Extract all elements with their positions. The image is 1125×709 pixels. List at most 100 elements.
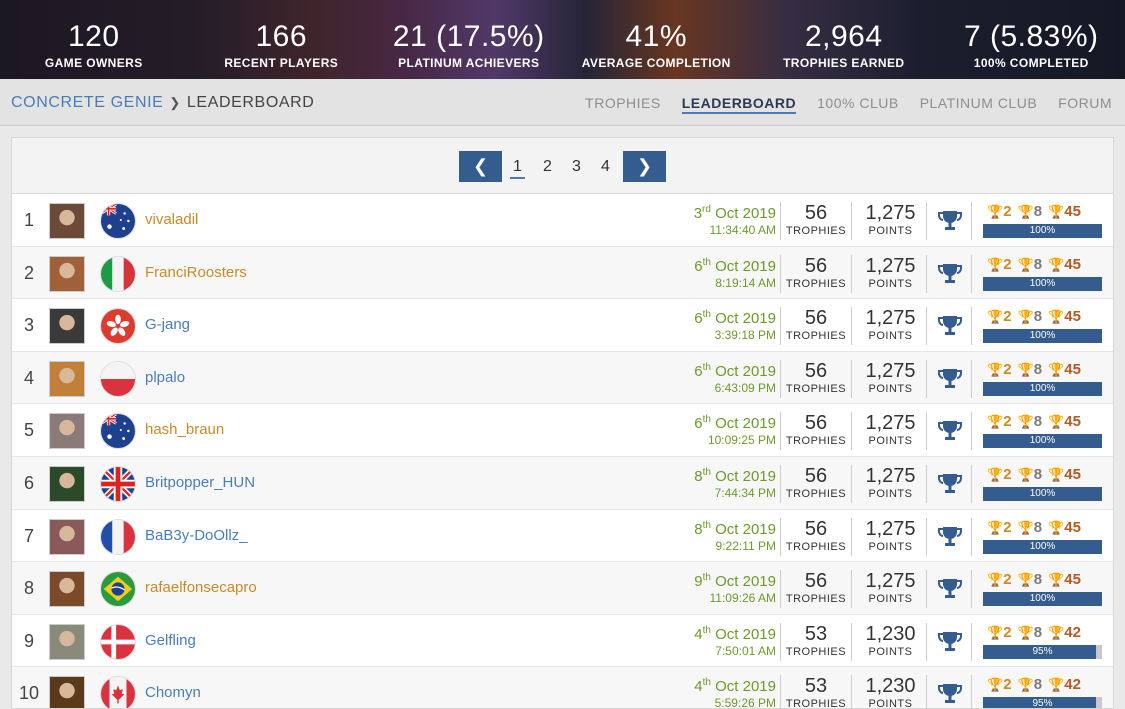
country-flag-icon (100, 255, 136, 292)
bronze-count: 45 (1064, 308, 1081, 326)
tab-leaderboard[interactable]: LEADERBOARD (681, 95, 797, 114)
player-name-link[interactable]: rafaelfonsecapro (145, 579, 257, 596)
gold-trophy-icon: 🏆 (987, 361, 1004, 377)
trophies-value: 56 (804, 464, 828, 487)
country-flag-icon (100, 413, 136, 450)
tab-100-club[interactable]: 100% CLUB (817, 95, 899, 114)
leaderboard-row: 7 BaB3y-DoOllz_ 8th Oct 2019 9:22:11 PM … (12, 510, 1113, 563)
player-name-link[interactable]: BaB3y-DoOllz_ (145, 527, 248, 544)
avatar[interactable] (49, 465, 85, 502)
bronze-count: 42 (1064, 623, 1081, 641)
gold-count: 2 (1003, 413, 1012, 431)
silver-trophy-icon: 🏆 (1017, 414, 1034, 430)
page-3-link[interactable]: 3 (572, 158, 581, 176)
date-day: 9 (694, 573, 703, 591)
prev-page-button[interactable]: ❮ (459, 151, 502, 182)
player-name-link[interactable]: FranciRoosters (145, 264, 247, 281)
avatar[interactable] (49, 203, 85, 239)
next-page-button[interactable]: ❯ (623, 151, 666, 182)
points-label: POINTS (868, 487, 913, 500)
points-value: 1,275 (865, 570, 916, 593)
date-suffix: th (702, 309, 711, 321)
silver-trophy-icon: 🏆 (1017, 677, 1034, 693)
avatar[interactable] (49, 360, 85, 397)
silver-count: 8 (1033, 255, 1043, 273)
avatar[interactable] (49, 676, 85, 708)
page-4-link[interactable]: 4 (601, 158, 610, 176)
points-label: POINTS (868, 382, 913, 395)
points-value: 1,230 (865, 675, 916, 698)
points-count: 1,275 POINTS (855, 517, 927, 556)
completion-date: 3rd Oct 2019 11:34:40 AM (694, 204, 776, 237)
bronze-count: 45 (1064, 413, 1081, 431)
date-suffix: th (702, 414, 711, 426)
avatar[interactable] (49, 518, 85, 555)
completion-progress-bar: 100% (983, 276, 1102, 291)
points-label: POINTS (868, 225, 913, 237)
silver-trophy-icon: 🏆 (1017, 519, 1034, 535)
breadcrumb-separator-icon: ❯ (169, 95, 181, 110)
silver-trophy-icon: 🏆 (1017, 572, 1034, 588)
completion-time: 11:09:26 AM (709, 591, 777, 606)
silver-trophy-icon: 🏆 (1017, 361, 1034, 377)
progress-label: 95% (1032, 698, 1053, 709)
trophies-count: 56 TROPHIES (780, 359, 852, 398)
leaderboard-row: 10 Chomyn 4th Oct 2019 5:59:26 PM 53 TRO… (12, 667, 1113, 709)
player-name-link[interactable]: vivaladil (145, 211, 198, 228)
breadcrumb-game-link[interactable]: CONCRETE GENIE (11, 94, 163, 111)
country-flag-icon (100, 360, 136, 397)
trophies-label: TROPHIES (785, 593, 847, 606)
bronze-trophy-icon: 🏆 (1048, 361, 1065, 377)
trophies-count: 53 TROPHIES (780, 622, 852, 661)
leaderboard-row: 1 vivaladil 3rd Oct 2019 11:34:40 AM 56 … (12, 194, 1113, 247)
bronze-trophy-icon: 🏆 (1048, 519, 1065, 535)
tab-platinum-club[interactable]: PLATINUM CLUB (920, 95, 1037, 114)
page-2-link[interactable]: 2 (543, 158, 552, 176)
avatar[interactable] (49, 623, 85, 660)
column-divider (971, 464, 972, 503)
player-name-link[interactable]: Gelfling (145, 632, 196, 649)
gold-trophy-icon: 🏆 (987, 677, 1004, 693)
country-flag-icon (100, 465, 136, 502)
platinum-trophy-icon (937, 419, 963, 443)
avatar[interactable] (49, 308, 85, 345)
platinum-trophy-icon (937, 682, 963, 706)
platinum-trophy-icon (937, 209, 963, 233)
player-name-link[interactable]: Britpopper_HUN (145, 474, 255, 491)
rank-number: 8 (23, 578, 34, 599)
tab-forum[interactable]: FORUM (1058, 95, 1112, 114)
points-value: 1,275 (865, 359, 916, 382)
tab-trophies[interactable]: TROPHIES (585, 95, 661, 114)
stat-100-completed: 7 (5.83%) 100% COMPLETED (963, 20, 1099, 70)
avatar[interactable] (49, 571, 85, 608)
rank-number: 4 (23, 367, 34, 388)
player-name-link[interactable]: G-jang (145, 316, 190, 333)
avatar[interactable] (49, 413, 85, 450)
points-count: 1,230 POINTS (855, 675, 927, 709)
points-count: 1,275 POINTS (855, 307, 927, 346)
page-1-link[interactable]: 1 (510, 158, 525, 179)
points-count: 1,275 POINTS (855, 359, 927, 398)
trophies-value: 56 (804, 517, 828, 540)
progress-label: 100% (1029, 593, 1056, 605)
completion-time: 9:22:11 PM (715, 538, 776, 553)
gold-trophy-icon: 🏆 (987, 466, 1004, 482)
silver-trophy-icon: 🏆 (1017, 624, 1034, 640)
trophies-value: 56 (804, 359, 828, 382)
date-day: 8 (694, 467, 703, 485)
gold-count: 2 (1003, 518, 1012, 536)
gold-trophy-icon: 🏆 (987, 519, 1004, 535)
platinum-trophy-icon (937, 472, 963, 496)
points-count: 1,275 POINTS (855, 254, 927, 293)
player-name-link[interactable]: hash_braun (145, 421, 224, 438)
avatar[interactable] (49, 255, 85, 292)
points-count: 1,230 POINTS (855, 622, 927, 661)
gold-count: 2 (1003, 360, 1012, 378)
platinum-trophy-icon (937, 367, 963, 391)
points-label: POINTS (868, 698, 913, 709)
country-flag-icon (100, 203, 136, 239)
player-name-link[interactable]: plpalo (145, 369, 185, 386)
player-name-link[interactable]: Chomyn (145, 684, 201, 701)
trophy-breakdown: 🏆2 🏆8 🏆42 (987, 676, 1107, 693)
date-day: 6 (694, 362, 703, 380)
